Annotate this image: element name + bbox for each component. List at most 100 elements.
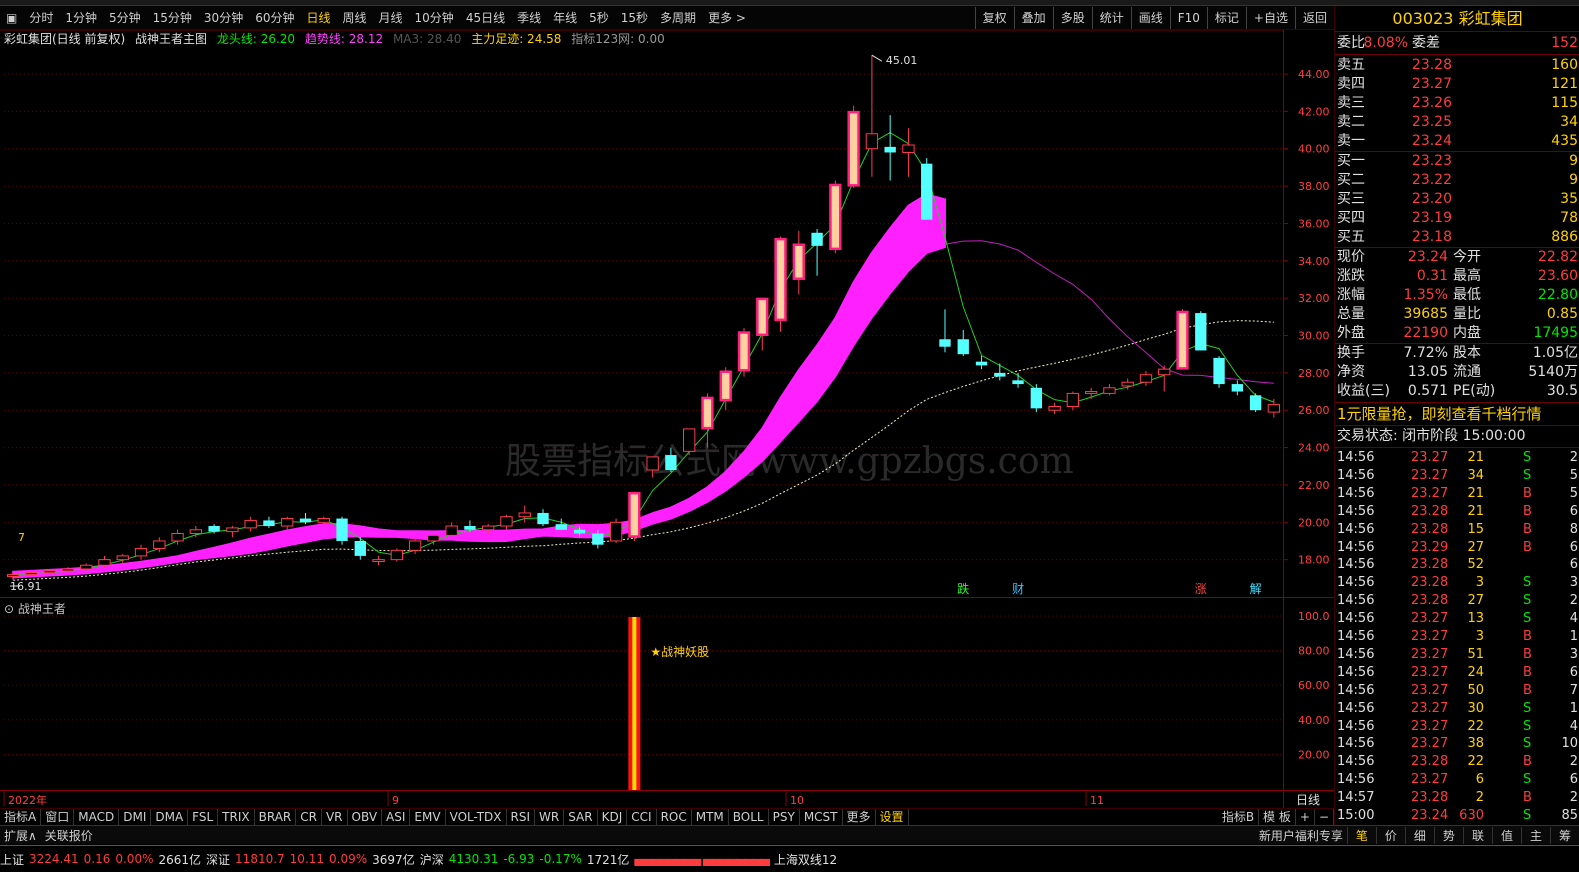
indicator-tab-6[interactable]: TRIX	[218, 809, 255, 825]
sh-percent: 0.00%	[115, 852, 154, 866]
panel-tab-0[interactable]: 笔	[1346, 826, 1376, 844]
fund-row: 净资 13.05 流通 5140万	[1335, 363, 1579, 382]
level2-promo[interactable]: 1元限量抢，即刻查看千档行情	[1335, 403, 1579, 425]
indicator-tab-15[interactable]: WR	[535, 809, 565, 825]
indicator-tab-22[interactable]: PSY	[769, 809, 800, 825]
right-tab-0[interactable]: 指标B	[1218, 809, 1260, 825]
indicator-tab-18[interactable]: CCI	[627, 809, 657, 825]
book-volume: 435	[1551, 133, 1578, 149]
indicator-tab-17[interactable]: KDJ	[598, 809, 628, 825]
tick-side: B	[1523, 682, 1532, 698]
tick-side: B	[1523, 754, 1532, 770]
tick-volume: 27	[1467, 593, 1484, 609]
panel-tab-4[interactable]: 联	[1462, 826, 1492, 844]
indicator-tab-13[interactable]: VOL-TDX	[446, 809, 507, 825]
date-corner-label[interactable]: 日线	[1296, 793, 1320, 807]
indicator-tab-14[interactable]: RSI	[507, 809, 536, 825]
ext-left-0[interactable]: 扩展∧	[0, 827, 41, 844]
indicator-tab-4[interactable]: DMA	[151, 809, 189, 825]
panel-tab-6[interactable]: 主	[1520, 826, 1550, 844]
tick-row: 14:56 23.28 22 B 2	[1335, 753, 1579, 771]
tick-row: 14:56 23.27 51 B 3	[1335, 646, 1579, 664]
indicator-tab-1[interactable]: 窗口	[41, 809, 75, 825]
stat-label: 现价	[1337, 249, 1365, 265]
collapse-icon[interactable]: ⊙	[4, 602, 14, 616]
indicator-tab-10[interactable]: OBV	[348, 809, 383, 825]
right-tab-3[interactable]: −	[1315, 809, 1334, 825]
indicator-tab-7[interactable]: BRAR	[255, 809, 297, 825]
stat-value-2: 23.60	[1537, 268, 1578, 284]
stock-code-name[interactable]: 003023 彩虹集团	[1335, 6, 1579, 32]
weicha-value: 152	[1551, 35, 1578, 51]
tick-time: 14:57	[1337, 790, 1375, 806]
tick-price: 23.27	[1411, 467, 1449, 483]
candle	[1176, 309, 1189, 370]
candle-body	[116, 555, 129, 561]
candle-body	[25, 572, 38, 576]
candle-body-inner	[630, 494, 639, 536]
tick-time: 14:56	[1337, 664, 1375, 680]
panel-tab-2[interactable]: 细	[1404, 826, 1434, 844]
candle-body	[372, 559, 385, 563]
indicator-tab-24[interactable]: 更多	[843, 809, 876, 825]
tick-row: 14:56 23.28 27 S 2	[1335, 592, 1579, 610]
candle-body	[390, 549, 403, 561]
hs-value: 4130.31	[448, 852, 499, 866]
fund-row: 收益(三) 0.571 PE(动) 30.5	[1335, 382, 1579, 401]
ext-promo[interactable]: 新用户福利专享	[1255, 827, 1347, 844]
tick-volume: 630	[1459, 808, 1484, 823]
tick-count: 85	[1561, 808, 1578, 823]
candle-body	[1231, 384, 1243, 392]
indicator-tab-21[interactable]: BOLL	[729, 809, 769, 825]
book-price: 23.19	[1411, 210, 1452, 226]
indicator-tab-3[interactable]: DMI	[119, 809, 152, 825]
kline-chart[interactable]: 44.00 42.00 40.00 38.00 36.00 34.00 32.00 30.00…	[0, 0, 1334, 808]
indicator-tab-12[interactable]: EMV	[410, 809, 446, 825]
right-tab-2[interactable]: +	[1296, 809, 1315, 825]
price-axis-label: 36.00	[1298, 217, 1330, 230]
stat-label-2: 股本	[1453, 345, 1481, 361]
tick-side: S	[1523, 808, 1532, 823]
candle-body	[226, 527, 239, 533]
ext-left-1[interactable]: 关联报价	[41, 827, 97, 844]
candle-body	[902, 144, 915, 153]
tick-price: 23.24	[1411, 808, 1449, 823]
indicator-tab-9[interactable]: VR	[322, 809, 348, 825]
tick-count: 2	[1569, 790, 1578, 806]
price-axis-label: 40.00	[1298, 143, 1330, 156]
candle-body	[1213, 357, 1225, 385]
panel-tab-3[interactable]: 势	[1433, 826, 1463, 844]
indicator-tab-2[interactable]: MACD	[74, 809, 120, 825]
candle	[737, 328, 751, 377]
weibi-label: 委比	[1337, 35, 1365, 51]
candle-body	[884, 146, 896, 153]
candle	[1048, 402, 1061, 414]
candle	[792, 230, 805, 295]
indicator-tab-8[interactable]: CR	[296, 809, 322, 825]
panel-tab-7[interactable]: 筹	[1549, 826, 1579, 844]
indicator-tab-5[interactable]: FSL	[188, 809, 219, 825]
indicator-tab-11[interactable]: ASI	[382, 809, 411, 825]
tick-time: 14:56	[1337, 682, 1375, 698]
indicator-tab-25[interactable]: 设置	[876, 809, 909, 825]
tick-volume: 15	[1467, 521, 1484, 537]
tick-side: S	[1523, 450, 1532, 465]
tick-price: 23.27	[1411, 450, 1449, 465]
indicator-tab-0[interactable]: 指标A	[0, 809, 42, 825]
indicator-tab-19[interactable]: ROC	[657, 809, 692, 825]
candle-body	[408, 540, 422, 551]
indicator-tab-20[interactable]: MTM	[692, 809, 729, 825]
candle-body	[518, 512, 531, 518]
panel-tab-1[interactable]: 价	[1375, 826, 1405, 844]
panel-tab-5[interactable]: 值	[1491, 826, 1521, 844]
candle-body	[646, 456, 659, 471]
pane-divider	[0, 597, 1334, 598]
tick-time: 14:56	[1337, 718, 1375, 734]
tick-volume: 21	[1467, 485, 1484, 501]
tick-time: 15:00	[1337, 808, 1375, 823]
right-tab-1[interactable]: 模 板	[1259, 809, 1296, 825]
tick-row: 14:56 23.27 6 S 6	[1335, 771, 1579, 789]
candle-body	[1030, 387, 1042, 409]
indicator-tab-16[interactable]: SAR	[564, 809, 598, 825]
indicator-tab-23[interactable]: MCST	[800, 809, 843, 825]
